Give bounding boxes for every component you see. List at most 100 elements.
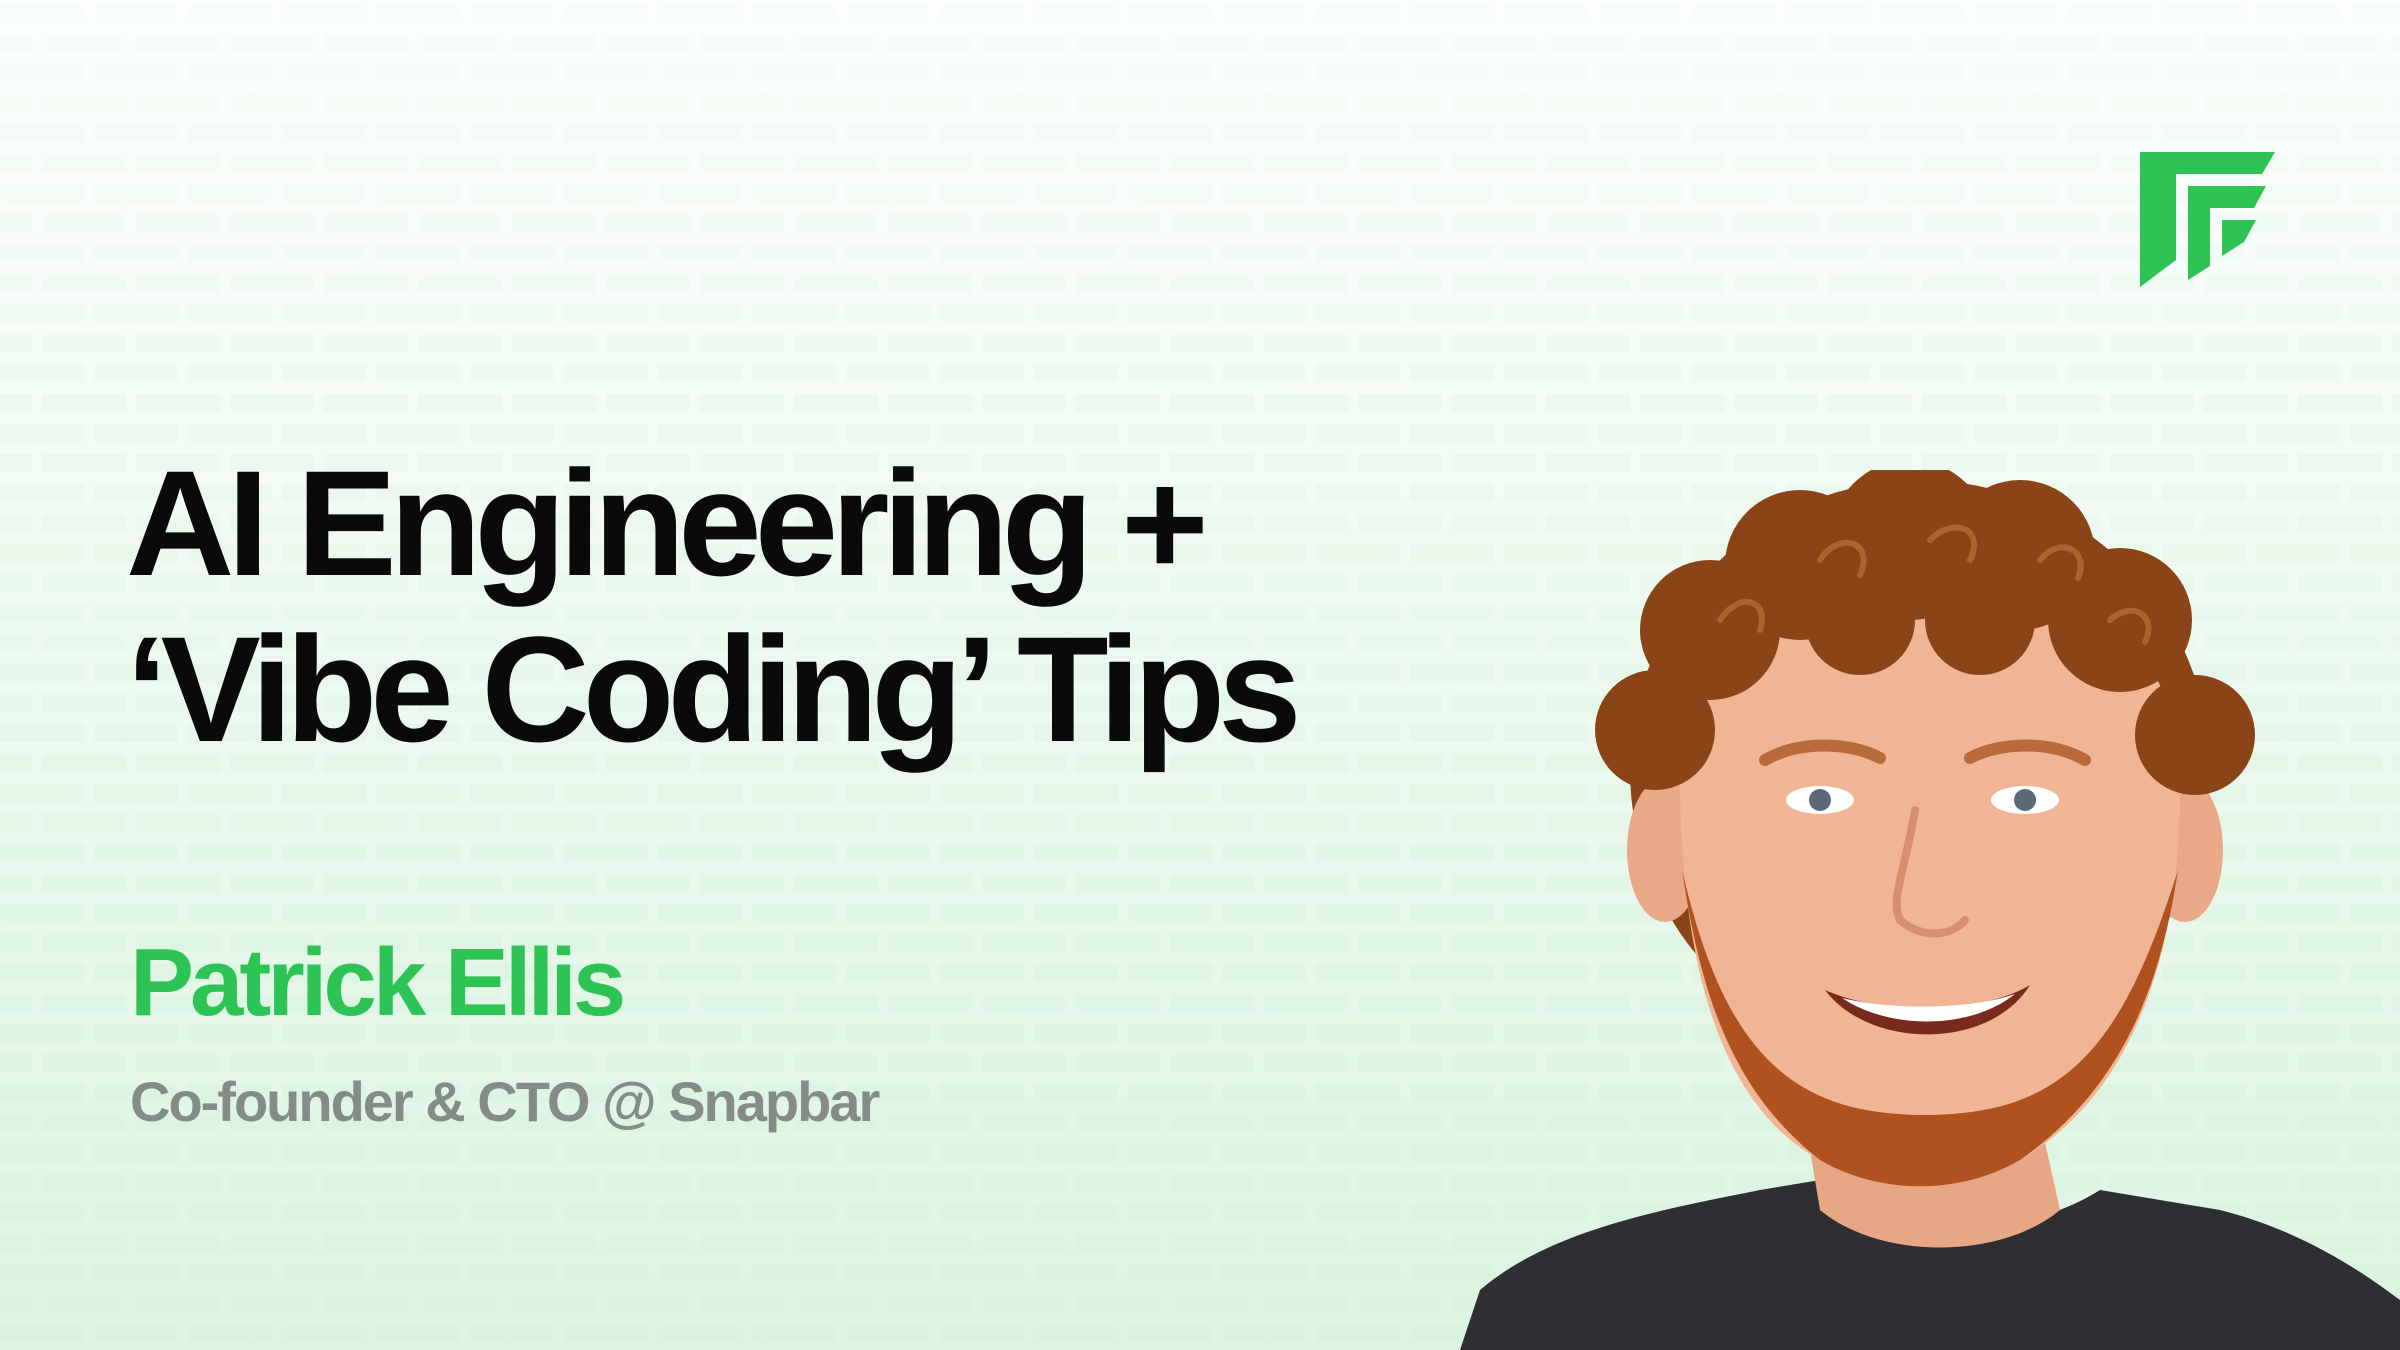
headline-line-1: AI Engineering + — [126, 439, 1209, 607]
background-tile — [658, 64, 742, 82]
background-tile — [230, 334, 314, 352]
background-tile — [2162, 304, 2246, 322]
background-tile — [1170, 274, 1254, 292]
background-tile — [230, 394, 314, 412]
background-tile — [324, 394, 408, 412]
background-tile — [1358, 514, 1442, 532]
background-tile — [376, 904, 460, 922]
background-tile — [418, 874, 502, 892]
background-tile — [418, 214, 502, 232]
background-tile — [1128, 964, 1212, 982]
background-tile — [188, 784, 272, 802]
background-tile — [658, 1024, 742, 1042]
background-tile — [2256, 304, 2340, 322]
background-tile — [564, 304, 648, 322]
background-tile — [1222, 964, 1306, 982]
background-tile — [376, 784, 460, 802]
background-tile — [1734, 274, 1818, 292]
background-tile — [1974, 424, 2058, 442]
background-tile — [1316, 604, 1400, 622]
background-tile — [1076, 1174, 1160, 1192]
background-tile — [2298, 34, 2382, 52]
background-tile — [1076, 334, 1160, 352]
background-tile — [0, 124, 84, 142]
background-tile — [658, 364, 742, 382]
background-tile — [230, 94, 314, 112]
background-tile — [1358, 634, 1442, 652]
background-tile — [282, 124, 366, 142]
background-tile — [2256, 64, 2340, 82]
background-tile — [470, 64, 554, 82]
background-tile — [1358, 574, 1442, 592]
background-tile — [2016, 214, 2100, 232]
headline: AI Engineering + ‘Vibe Coding’ Tips — [126, 439, 1302, 772]
background-tile — [1222, 364, 1306, 382]
background-tile — [512, 154, 596, 172]
background-tile — [1076, 394, 1160, 412]
background-tile — [0, 394, 32, 412]
background-tile — [0, 184, 84, 202]
background-tile — [1034, 124, 1118, 142]
background-tile — [1128, 1264, 1212, 1282]
background-tile — [794, 154, 878, 172]
background-tile — [1640, 274, 1724, 292]
background-tile — [940, 1324, 1024, 1342]
background-tile — [846, 244, 930, 262]
background-tile — [1828, 154, 1912, 172]
background-tile — [0, 964, 84, 982]
background-tile — [564, 364, 648, 382]
background-tile — [564, 904, 648, 922]
background-tile — [752, 784, 836, 802]
background-tile — [794, 1174, 878, 1192]
background-tile — [1222, 1264, 1306, 1282]
background-tile — [940, 1084, 1024, 1102]
background-tile — [42, 1234, 126, 1252]
background-tile — [1974, 184, 2058, 202]
background-tile — [700, 934, 784, 952]
background-tile — [1410, 424, 1494, 442]
background-tile — [512, 394, 596, 412]
background-tile — [1922, 94, 2006, 112]
background-tile — [1504, 64, 1588, 82]
background-tile — [1452, 274, 1536, 292]
background-tile — [1170, 94, 1254, 112]
background-tile — [1264, 214, 1348, 232]
background-tile — [1034, 844, 1118, 862]
background-tile — [794, 1234, 878, 1252]
background-tile — [0, 1264, 84, 1282]
background-tile — [846, 184, 930, 202]
background-tile — [1358, 334, 1442, 352]
background-tile — [2256, 364, 2340, 382]
background-tile — [1786, 304, 1870, 322]
background-tile — [1598, 244, 1682, 262]
background-tile — [1410, 4, 1494, 22]
background-tile — [1734, 394, 1818, 412]
background-tile — [1076, 1234, 1160, 1252]
background-tile — [1974, 364, 2058, 382]
background-tile — [2068, 304, 2152, 322]
background-tile — [1504, 364, 1588, 382]
background-tile — [982, 154, 1066, 172]
background-tile — [1264, 394, 1348, 412]
background-tile — [1922, 214, 2006, 232]
background-tile — [982, 994, 1066, 1012]
background-tile — [0, 34, 32, 52]
background-tile — [230, 1174, 314, 1192]
speaker-name: Patrick Ellis — [130, 929, 626, 1036]
background-tile — [888, 1294, 972, 1312]
background-tile — [324, 1234, 408, 1252]
background-tile — [2298, 214, 2382, 232]
background-tile — [752, 124, 836, 142]
background-tile — [1358, 754, 1442, 772]
background-tile — [2162, 64, 2246, 82]
background-tile — [324, 814, 408, 832]
background-tile — [1358, 1294, 1442, 1312]
background-tile — [1128, 784, 1212, 802]
background-tile — [2392, 274, 2400, 292]
background-tile — [1734, 34, 1818, 52]
background-tile — [1880, 184, 1964, 202]
background-tile — [752, 904, 836, 922]
background-tile — [1504, 124, 1588, 142]
background-tile — [42, 874, 126, 892]
background-tile — [752, 1144, 836, 1162]
